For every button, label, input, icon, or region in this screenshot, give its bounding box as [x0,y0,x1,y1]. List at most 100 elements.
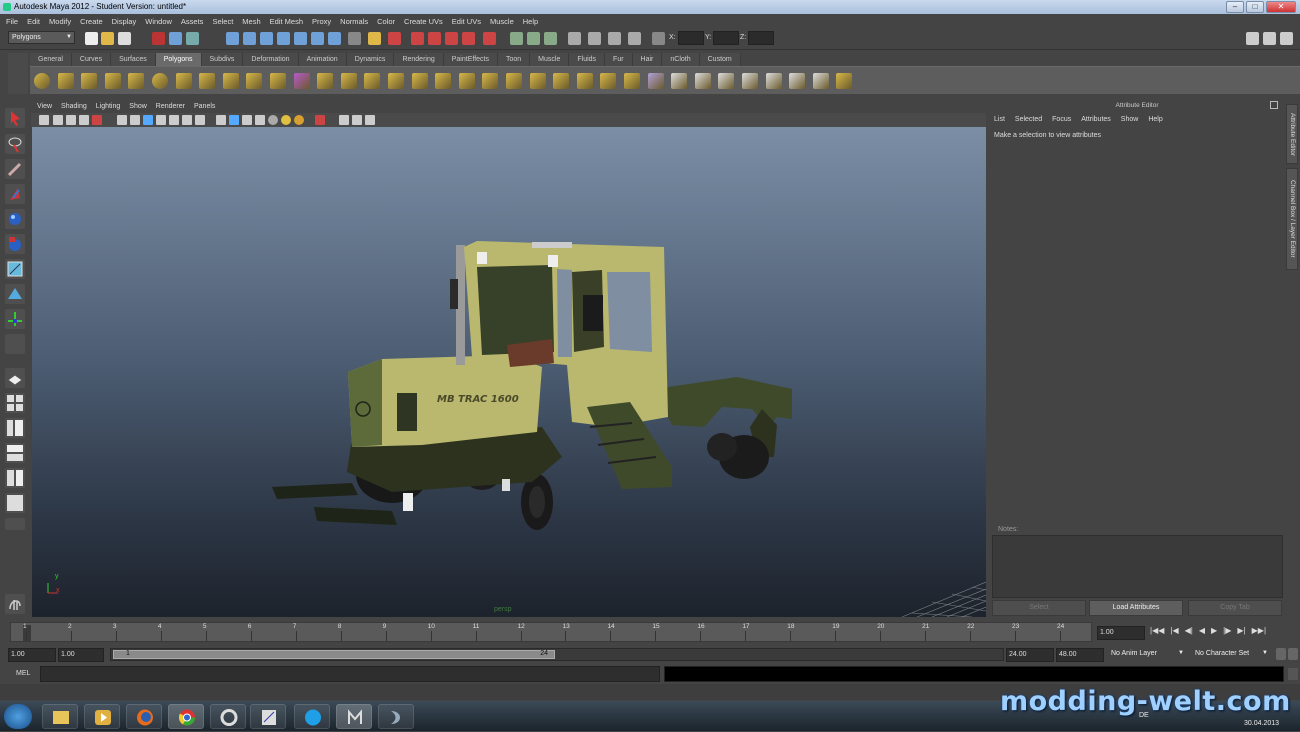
film-gate-icon[interactable] [130,115,140,125]
new-scene-icon[interactable] [85,32,98,45]
poly-pyramid-icon[interactable] [199,73,216,89]
chrome-task-icon[interactable] [168,704,204,729]
menu-select[interactable]: Select [212,17,233,26]
current-frame-field[interactable]: 1.00 [1097,626,1145,640]
merge-vertices-icon[interactable] [671,73,688,89]
menu-display[interactable]: Display [112,17,137,26]
perspective-viewport[interactable]: MB TRAC 1600 persp y x [32,127,986,617]
taskbar-date[interactable]: 30.04.2013 [1244,720,1279,727]
mirror-geometry-icon[interactable] [718,73,735,89]
menu-help[interactable]: Help [523,17,538,26]
poly-torus-icon[interactable] [152,73,168,89]
extrude-icon[interactable] [553,73,570,89]
poly-platonic-icon[interactable] [293,73,310,89]
smooth-icon[interactable] [388,73,404,89]
safe-action-icon[interactable] [182,115,192,125]
copy-tab-button[interactable]: Copy Tab [1188,600,1282,616]
panel-menu-renderer[interactable]: Renderer [156,100,185,113]
shelf-tab-painteffects[interactable]: PaintEffects [443,53,498,66]
quick-select-icon[interactable] [608,32,621,45]
anim-layer-dropdown[interactable]: No Anim Layer ▼ [1108,648,1186,661]
playback-end-field[interactable]: 24.00 [1006,648,1054,662]
x-field[interactable] [678,31,704,45]
poly-prism-icon[interactable] [175,73,192,89]
command-input[interactable] [40,666,660,682]
step-back-frame-icon[interactable]: ◀| [1185,626,1193,640]
menu-edit-mesh[interactable]: Edit Mesh [270,17,303,26]
float-panel-icon[interactable] [1270,101,1278,109]
image-plane-icon[interactable] [79,115,89,125]
animation-end-field[interactable]: 48.00 [1056,648,1104,662]
rotate-tool-icon[interactable] [5,209,25,229]
backface-culling-icon[interactable] [352,115,362,125]
attr-menu-show[interactable]: Show [1121,116,1139,123]
move-tool-icon[interactable] [5,184,25,204]
shelf-tab-surfaces[interactable]: Surfaces [111,53,156,66]
time-ruler[interactable]: 1 2 3 4 5 6 7 8 9 10 11 12 13 14 15 16 17 18 19 20 21 22 23 24 [10,622,1092,642]
menu-edit-uvs[interactable]: Edit UVs [452,17,481,26]
menu-create[interactable]: Create [80,17,103,26]
menu-window[interactable]: Window [145,17,172,26]
separate-icon[interactable] [340,73,357,89]
insert-edge-loop-icon[interactable] [600,73,617,89]
camera-attributes-icon[interactable] [53,115,63,125]
2d-pan-zoom-icon[interactable] [92,115,102,125]
poly-cylinder-icon[interactable] [81,73,98,89]
gate-mask-icon[interactable] [156,115,166,125]
attribute-editor-tab[interactable]: Attribute Editor [1286,104,1298,164]
shelf-tab-ncloth[interactable]: nCloth [662,53,700,66]
shelf-tab-custom[interactable]: Custom [699,53,741,66]
shelf-tab-fur[interactable]: Fur [605,53,633,66]
start-button[interactable] [4,704,32,729]
input-mode-icon[interactable] [628,32,641,45]
shelf-tab-rendering[interactable]: Rendering [394,53,444,66]
spherical-mapping-icon[interactable] [789,73,806,89]
grid-toggle-icon[interactable] [117,115,127,125]
animation-start-field[interactable]: 1.00 [8,648,56,662]
panel-menu-view[interactable]: View [37,100,52,113]
close-button[interactable]: ✕ [1266,1,1296,13]
wireframe-on-shaded-icon[interactable] [242,115,252,125]
rename-icon[interactable] [544,32,557,45]
poly-cube-icon[interactable] [57,73,74,89]
render-settings-icon[interactable] [428,32,441,45]
snap-surface-icon[interactable] [294,32,307,45]
universal-manipulator-icon[interactable] [5,259,25,279]
character-set-dropdown[interactable]: No Character Set ▼ [1192,648,1270,661]
shelf-tab-general[interactable]: General [30,53,72,66]
smooth-shade-icon[interactable] [229,115,239,125]
playback-start-field[interactable]: 1.00 [58,648,104,662]
append-polygon-icon[interactable] [482,73,499,89]
auto-key-icon[interactable] [1276,648,1286,660]
menu-assets[interactable]: Assets [181,17,204,26]
media-player-task-icon[interactable] [84,704,120,729]
poly-soccer-ball-icon[interactable] [270,73,286,89]
ipr-render-icon[interactable] [411,32,424,45]
high-quality-rendering-icon[interactable] [365,115,375,125]
bookmark-icon[interactable] [66,115,76,125]
soft-modification-icon[interactable] [5,284,25,304]
shelf-tab-polygons[interactable]: Polygons [155,53,202,66]
render-view-icon[interactable] [483,32,496,45]
shelf-menu-handle[interactable] [8,53,28,94]
select-tool-icon[interactable] [5,108,25,128]
average-vertices-icon[interactable] [435,73,452,89]
panel-menu-panels[interactable]: Panels [194,100,215,113]
poly-helix-icon[interactable] [246,73,263,89]
step-forward-frame-icon[interactable]: |▶ [1223,626,1231,640]
sidebar-toggle-icon[interactable] [527,32,540,45]
render-frame-icon[interactable] [388,32,401,45]
attr-menu-selected[interactable]: Selected [1015,116,1042,123]
persp-graph-layout-icon[interactable] [5,443,25,463]
menu-edit[interactable]: Edit [27,17,40,26]
shelf-tab-hair[interactable]: Hair [632,53,663,66]
panel-menu-shading[interactable]: Shading [61,100,87,113]
menu-modify[interactable]: Modify [49,17,71,26]
shelf-tab-dynamics[interactable]: Dynamics [346,53,395,66]
snap-curve-icon[interactable] [243,32,256,45]
render-globals-icon[interactable] [445,32,458,45]
channel-box-toggle-icon[interactable] [1280,32,1293,45]
channel-box-tab[interactable]: Channel Box / Layer Editor [1286,168,1298,270]
select-hierarchy-icon[interactable] [152,32,165,45]
poly-sphere-icon[interactable] [34,73,50,89]
